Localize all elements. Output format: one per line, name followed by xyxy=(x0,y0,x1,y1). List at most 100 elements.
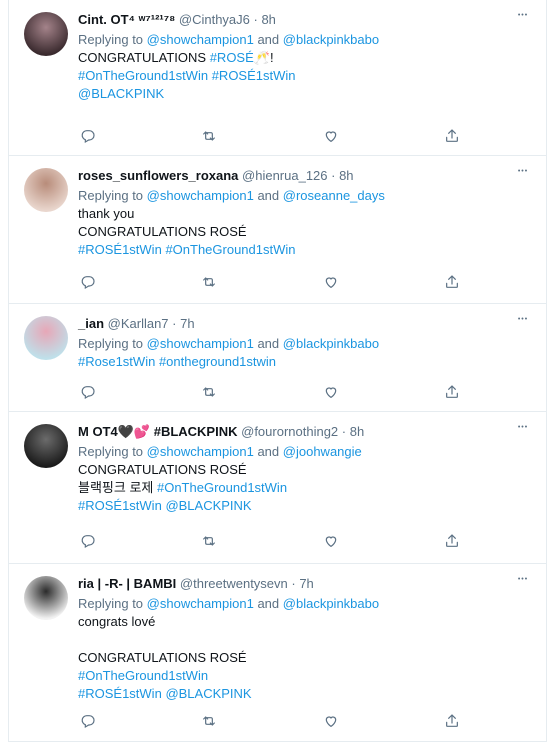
timestamp[interactable]: 8h xyxy=(339,168,353,183)
author-name[interactable]: ria | -R- | BAMBI xyxy=(78,576,176,591)
replying-label: Replying to xyxy=(78,596,144,611)
author-handle[interactable]: @fourornothing2 xyxy=(241,424,338,439)
share-icon[interactable] xyxy=(442,531,462,551)
tweet-card[interactable]: ••• M OT4🖤💕 #BLACKPINK @fourornothing2 · … xyxy=(8,412,547,564)
hashtag-link[interactable]: #OnTheGround1stWin xyxy=(78,68,208,83)
mention-link[interactable]: @BLACKPINK xyxy=(165,498,251,513)
author-name[interactable]: M OT4🖤💕 #BLACKPINK xyxy=(78,424,238,439)
mention-link[interactable]: @blackpinkbabo xyxy=(283,32,379,47)
retweet-icon[interactable] xyxy=(199,711,219,731)
tweet-text-line: 블랙핑크 로제 #OnTheGround1stWin xyxy=(78,479,532,497)
avatar[interactable] xyxy=(24,12,68,56)
retweet-icon[interactable] xyxy=(199,126,219,146)
retweet-icon[interactable] xyxy=(199,531,219,551)
author-handle[interactable]: @hienrua_126 xyxy=(242,168,327,183)
tweet-text: thank you xyxy=(78,206,135,221)
hashtag-link[interactable]: #ROSÉ1stWin xyxy=(78,498,162,513)
author-name[interactable]: _ian xyxy=(78,316,104,331)
hashtag-link[interactable]: #ROSÉ xyxy=(210,50,254,65)
share-icon[interactable] xyxy=(442,126,462,146)
mention-link[interactable]: @roseanne_days xyxy=(283,188,385,203)
retweet-icon[interactable] xyxy=(199,272,219,292)
replying-label: Replying to xyxy=(78,336,144,351)
tweet-text: CONGRATULATIONS ROSÉ xyxy=(78,224,247,239)
timestamp[interactable]: 7h xyxy=(299,576,313,591)
tweet-text-line: CONGRATULATIONS #ROSÉ🥂! xyxy=(78,49,532,67)
author-handle[interactable]: @threetwentysevn xyxy=(180,576,288,591)
tweet-card[interactable]: ••• ria | -R- | BAMBI @threetwentysevn · … xyxy=(8,564,547,742)
tweet-header: Cint. OT⁴ ʷ⁷¹²¹⁷⁸ @CinthyaJ6 · 8h xyxy=(78,10,532,29)
reply-icon[interactable] xyxy=(78,126,98,146)
tweet-header: roses_sunflowers_roxana @hienrua_126 · 8… xyxy=(78,166,532,185)
tweet-body: M OT4🖤💕 #BLACKPINK @fourornothing2 · 8h R… xyxy=(78,422,532,515)
author-name[interactable]: roses_sunflowers_roxana xyxy=(78,168,238,183)
tweet-card[interactable]: ••• _ian @Karllan7 · 7h Replying to @showc… xyxy=(8,304,547,412)
timestamp[interactable]: 7h xyxy=(180,316,194,331)
replying-label: Replying to xyxy=(78,444,144,459)
tweet-text: 🥂 xyxy=(253,50,270,65)
hashtag-link[interactable]: #OnTheGround1stWin xyxy=(157,480,287,495)
mention-link[interactable]: @showchampion1 xyxy=(147,32,254,47)
timestamp[interactable]: 8h xyxy=(261,12,275,27)
tweet-actions xyxy=(78,272,478,292)
reply-icon[interactable] xyxy=(78,711,98,731)
share-icon[interactable] xyxy=(442,711,462,731)
heart-icon[interactable] xyxy=(321,272,341,292)
tweet-body: Cint. OT⁴ ʷ⁷¹²¹⁷⁸ @CinthyaJ6 · 8h Replyin… xyxy=(78,10,532,103)
heart-icon[interactable] xyxy=(321,382,341,402)
replying-to: Replying to @showchampion1 and @blackpin… xyxy=(78,335,532,353)
mention-link[interactable]: @showchampion1 xyxy=(147,444,254,459)
replying-label: Replying to xyxy=(78,188,144,203)
tweet-actions xyxy=(78,382,478,402)
avatar[interactable] xyxy=(24,316,68,360)
reply-icon[interactable] xyxy=(78,531,98,551)
timestamp[interactable]: 8h xyxy=(350,424,364,439)
hashtag-link[interactable]: #Rose1stWin xyxy=(78,354,155,369)
replying-to: Replying to @showchampion1 and @roseanne… xyxy=(78,187,532,205)
and-label: and xyxy=(257,32,280,47)
tweet-text: CONGRATULATIONS ROSÉ xyxy=(78,650,247,665)
hashtag-link[interactable]: #ontheground1stwin xyxy=(159,354,276,369)
tweet-text-line: CONGRATULATIONS ROSÉ xyxy=(78,649,532,667)
tweet-text-line: #ROSÉ1stWin @BLACKPINK xyxy=(78,685,532,703)
avatar[interactable] xyxy=(24,168,68,212)
reply-icon[interactable] xyxy=(78,272,98,292)
tweet-text-line: #OnTheGround1stWin xyxy=(78,667,532,685)
tweet-actions xyxy=(78,711,478,731)
tweet-text-line: @BLACKPINK xyxy=(78,85,532,103)
author-handle[interactable]: @CinthyaJ6 xyxy=(179,12,250,27)
and-label: and xyxy=(257,596,280,611)
mention-link[interactable]: @blackpinkbabo xyxy=(283,336,379,351)
mention-link[interactable]: @joohwangie xyxy=(283,444,362,459)
heart-icon[interactable] xyxy=(321,126,341,146)
tweet-text-line: CONGRATULATIONS ROSÉ xyxy=(78,461,532,479)
retweet-icon[interactable] xyxy=(199,382,219,402)
heart-icon[interactable] xyxy=(321,531,341,551)
heart-icon[interactable] xyxy=(321,711,341,731)
avatar[interactable] xyxy=(24,576,68,620)
author-name[interactable]: Cint. OT⁴ ʷ⁷¹²¹⁷⁸ xyxy=(78,12,175,27)
hashtag-link[interactable]: #OnTheGround1stWin xyxy=(165,242,295,257)
tweet-card[interactable]: ••• roses_sunflowers_roxana @hienrua_126 … xyxy=(8,156,547,304)
hashtag-link[interactable]: #ROSÉ1stWin xyxy=(78,686,162,701)
mention-link[interactable]: @showchampion1 xyxy=(147,336,254,351)
tweet-text-line: thank you xyxy=(78,205,532,223)
tweet-card[interactable]: ••• Cint. OT⁴ ʷ⁷¹²¹⁷⁸ @CinthyaJ6 · 8h Repl… xyxy=(8,0,547,156)
mention-link[interactable]: @showchampion1 xyxy=(147,596,254,611)
author-handle[interactable]: @Karllan7 xyxy=(108,316,169,331)
hashtag-link[interactable]: #ROSÉ1stWin xyxy=(212,68,296,83)
mention-link[interactable]: @BLACKPINK xyxy=(165,686,251,701)
mention-link[interactable]: @BLACKPINK xyxy=(78,86,164,101)
share-icon[interactable] xyxy=(442,382,462,402)
hashtag-link[interactable]: #OnTheGround1stWin xyxy=(78,668,208,683)
tweet-actions xyxy=(78,531,478,551)
timeline: ••• Cint. OT⁴ ʷ⁷¹²¹⁷⁸ @CinthyaJ6 · 8h Repl… xyxy=(0,0,555,742)
hashtag-link[interactable]: #ROSÉ1stWin xyxy=(78,242,162,257)
reply-icon[interactable] xyxy=(78,382,98,402)
mention-link[interactable]: @blackpinkbabo xyxy=(283,596,379,611)
mention-link[interactable]: @showchampion1 xyxy=(147,188,254,203)
share-icon[interactable] xyxy=(442,272,462,292)
tweet-header: ria | -R- | BAMBI @threetwentysevn · 7h xyxy=(78,574,532,593)
avatar[interactable] xyxy=(24,424,68,468)
separator-dot: · xyxy=(287,576,300,591)
